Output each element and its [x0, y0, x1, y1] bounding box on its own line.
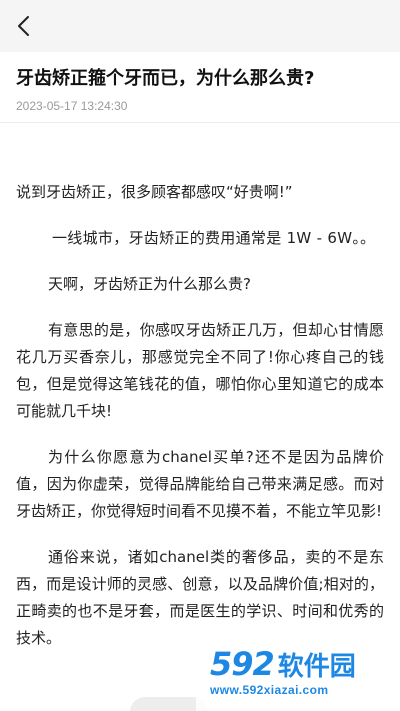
article-header: 牙齿矫正箍个牙而已，为什么那么贵? 2023-05-17 13:24:30: [0, 52, 400, 123]
article-date: 2023-05-17 13:24:30: [16, 99, 128, 113]
article-paragraph: 说到牙齿矫正，很多顾客都感叹“好贵啊!”: [16, 183, 293, 201]
article-paragraph: 一线城市，牙齿矫正的费用通常是 1W - 6W。。: [52, 229, 376, 247]
back-button[interactable]: [8, 10, 40, 42]
article-content[interactable]: 说到牙齿矫正，很多顾客都感叹“好贵啊!” 一线城市，牙齿矫正的费用通常是 1W …: [0, 124, 400, 711]
article-paragraph: 为什么你愿意为chanel买单?还不是因为品牌价值，因为你虚荣，觉得品牌能给自己…: [16, 448, 384, 520]
site-watermark: 592 软件园 www.592xiazai.com: [196, 639, 400, 711]
article-title: 牙齿矫正箍个牙而已，为什么那么贵?: [16, 68, 315, 89]
nav-bar: [0, 0, 400, 52]
article-paragraph: 天啊，牙齿矫正为什么那么贵?: [48, 275, 251, 293]
watermark-logo: 592 软件园: [210, 645, 392, 683]
article-paragraph: 通俗来说，诸如chanel类的奢侈品，卖的不是东西，而是设计师的灵感、创意，以及…: [16, 548, 384, 647]
chevron-left-icon: [18, 16, 29, 36]
article-paragraph: 有意思的是，你感叹牙齿矫正几万，但却心甘情愿花几万买香奈儿，那感觉完全不同了!你…: [16, 321, 384, 420]
watermark-number: 592: [210, 645, 275, 683]
watermark-url: www.592xiazai.com: [210, 683, 329, 697]
watermark-name: 软件园: [277, 652, 356, 682]
